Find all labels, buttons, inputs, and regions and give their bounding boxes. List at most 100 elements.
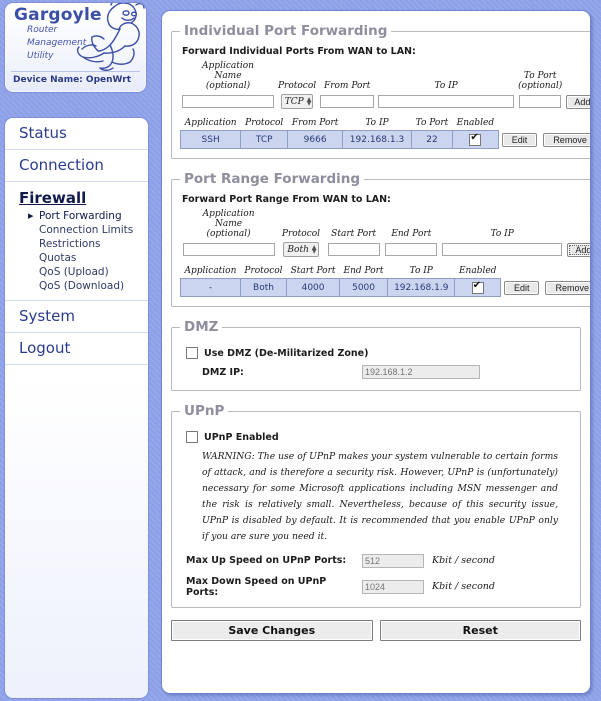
- dmz-ip-row: DMZ IP:: [202, 365, 572, 379]
- dmz-enable-checkbox[interactable]: [186, 347, 198, 359]
- upnp-max-up-label: Max Up Speed on UPnP Ports:: [186, 555, 347, 567]
- edit-button[interactable]: Edit: [501, 132, 538, 147]
- sidebar-item-connection[interactable]: Connection: [5, 150, 148, 182]
- section-legend: Port Range Forwarding: [184, 171, 361, 187]
- sidebar-item-system[interactable]: System: [5, 301, 148, 333]
- label-application: Application: [202, 209, 255, 219]
- gargoyle-logo-icon: [76, 3, 145, 71]
- sidebar-group-firewall: Firewall Port Forwarding Connection Limi…: [5, 182, 148, 301]
- sidebar-subitem-label: Port Forwarding: [39, 210, 122, 222]
- dmz-enable-row[interactable]: Use DMZ (De-Militarized Zone): [186, 347, 572, 359]
- sidebar-item-logout[interactable]: Logout: [5, 333, 148, 365]
- individual-add-button[interactable]: Add: [566, 94, 590, 109]
- label-end-port: End Port: [391, 229, 432, 239]
- range-protocol-value: Both: [287, 244, 309, 255]
- cell-enabled[interactable]: [452, 130, 499, 149]
- sidebar-item-status[interactable]: Status: [5, 118, 148, 150]
- cell-application: SSH: [179, 130, 242, 149]
- table-header-row: Application Protocol From Port To IP To …: [181, 118, 591, 131]
- device-name-label: Device Name: OpenWrt: [13, 75, 132, 85]
- edit-button[interactable]: Edit: [503, 280, 540, 295]
- sidebar-subitem-label: QoS (Upload): [39, 266, 109, 278]
- individual-to-ip-input[interactable]: [378, 95, 515, 108]
- label-optional: (optional): [206, 229, 251, 239]
- range-app-name-input[interactable]: [182, 243, 275, 256]
- sidebar-item-connection-limits[interactable]: Connection Limits: [5, 223, 148, 237]
- cell-remove-action: Remove: [542, 279, 590, 297]
- range-protocol-select[interactable]: Both ▲ ▼: [283, 242, 319, 257]
- column-header-actions: [498, 118, 540, 131]
- column-header-enabled: Enabled: [458, 266, 497, 276]
- cell-end-port: 5000: [339, 278, 389, 297]
- reset-button[interactable]: Reset: [379, 619, 581, 641]
- sidebar-item-firewall[interactable]: Firewall: [5, 182, 148, 209]
- cell-from-port: 9666: [287, 130, 344, 149]
- dmz-ip-label: DMZ IP:: [202, 366, 244, 378]
- sidebar-item-label: Connection: [19, 156, 104, 174]
- individual-forwarding-table: Application Protocol From Port To IP To …: [179, 118, 591, 149]
- sidebar-subitem-label: Connection Limits: [39, 224, 134, 236]
- cell-protocol: TCP: [240, 130, 289, 149]
- individual-app-name-input[interactable]: [182, 95, 274, 108]
- sidebar-subitem-label: Restrictions: [39, 238, 101, 250]
- sidebar-item-quotas[interactable]: Quotas: [5, 251, 148, 265]
- table-row: SSH TCP 9666 192.168.1.3 22 Edit Remove: [179, 130, 590, 149]
- sidebar-item-label: Status: [19, 124, 67, 142]
- remove-button[interactable]: Remove: [543, 132, 590, 147]
- column-header-actions-2: [540, 118, 590, 131]
- upnp-section: UPnP UPnP Enabled WARNING: The use of UP…: [171, 403, 581, 608]
- individual-add-form: Application Name (optional) Protocol Fro…: [180, 61, 590, 109]
- range-start-port-input[interactable]: [327, 243, 380, 256]
- sidebar-nav: Status Connection Firewall Port Forwardi…: [4, 117, 149, 699]
- upnp-enable-label: UPnP Enabled: [204, 431, 279, 443]
- column-header-to-ip: To IP: [365, 118, 389, 128]
- save-changes-button[interactable]: Save Changes: [171, 619, 373, 641]
- column-header-end-port: End Port: [343, 266, 384, 276]
- sidebar-item-restrictions[interactable]: Restrictions: [5, 237, 148, 251]
- column-header-start-port: Start Port: [290, 266, 336, 276]
- upnp-max-down-label: Max Down Speed on UPnP Ports:: [186, 575, 327, 598]
- individual-protocol-select[interactable]: TCP ▲ ▼: [280, 94, 314, 109]
- range-to-ip-input[interactable]: [442, 243, 563, 256]
- enabled-checkbox[interactable]: [469, 132, 482, 146]
- cell-start-port: 4000: [286, 278, 341, 297]
- remove-button[interactable]: Remove: [545, 280, 590, 295]
- cell-to-ip: 192.168.1.9: [387, 278, 456, 297]
- enabled-checkbox[interactable]: [471, 280, 484, 294]
- column-header-application: Application: [184, 266, 237, 276]
- label-to-ip: To IP: [434, 81, 458, 91]
- brand-subtitle-utility: Utility: [27, 51, 54, 61]
- label-protocol: Protocol: [278, 81, 317, 91]
- cell-to-ip: 192.168.1.3: [342, 130, 412, 149]
- cell-edit-action: Edit: [500, 279, 542, 297]
- sidebar-item-port-forwarding[interactable]: Port Forwarding: [5, 209, 148, 223]
- logo-divider: [11, 71, 140, 72]
- cell-edit-action: Edit: [498, 131, 540, 149]
- column-header-to-ip: To IP: [409, 266, 433, 276]
- individual-to-port-input[interactable]: [519, 95, 562, 108]
- column-header-from-port: From Port: [291, 118, 339, 128]
- upnp-max-up-input[interactable]: [362, 553, 424, 568]
- label-from-port: From Port: [323, 81, 371, 91]
- chevron-updown-icon: ▲ ▼: [306, 95, 312, 107]
- logo-panel: Gargoyle Router Management Utility Devic…: [4, 2, 147, 93]
- individual-port-forwarding-section: Individual Port Forwarding Forward Indiv…: [171, 23, 591, 159]
- individual-from-port-input[interactable]: [320, 95, 375, 108]
- chevron-updown-icon: ▲ ▼: [311, 243, 317, 255]
- upnp-max-down-input[interactable]: [362, 579, 424, 594]
- section-intro: Forward Port Range From WAN to LAN:: [182, 194, 391, 205]
- sidebar-item-qos-upload[interactable]: QoS (Upload): [5, 265, 148, 279]
- section-legend: DMZ: [184, 319, 219, 335]
- column-header-application: Application: [184, 118, 237, 128]
- upnp-enable-checkbox[interactable]: [186, 431, 198, 443]
- dmz-ip-input[interactable]: [362, 365, 480, 379]
- upnp-max-down-row: Max Down Speed on UPnP Ports: Kbit / sec…: [186, 576, 572, 598]
- cell-enabled[interactable]: [454, 278, 501, 297]
- range-end-port-input[interactable]: [385, 243, 438, 256]
- label-name: Name: [214, 71, 242, 81]
- sidebar-item-label: Firewall: [19, 189, 87, 207]
- upnp-enable-row[interactable]: UPnP Enabled: [186, 431, 572, 443]
- sidebar-item-qos-download[interactable]: QoS (Download): [5, 279, 148, 293]
- range-add-button[interactable]: Add: [567, 242, 590, 257]
- section-legend: Individual Port Forwarding: [184, 23, 388, 39]
